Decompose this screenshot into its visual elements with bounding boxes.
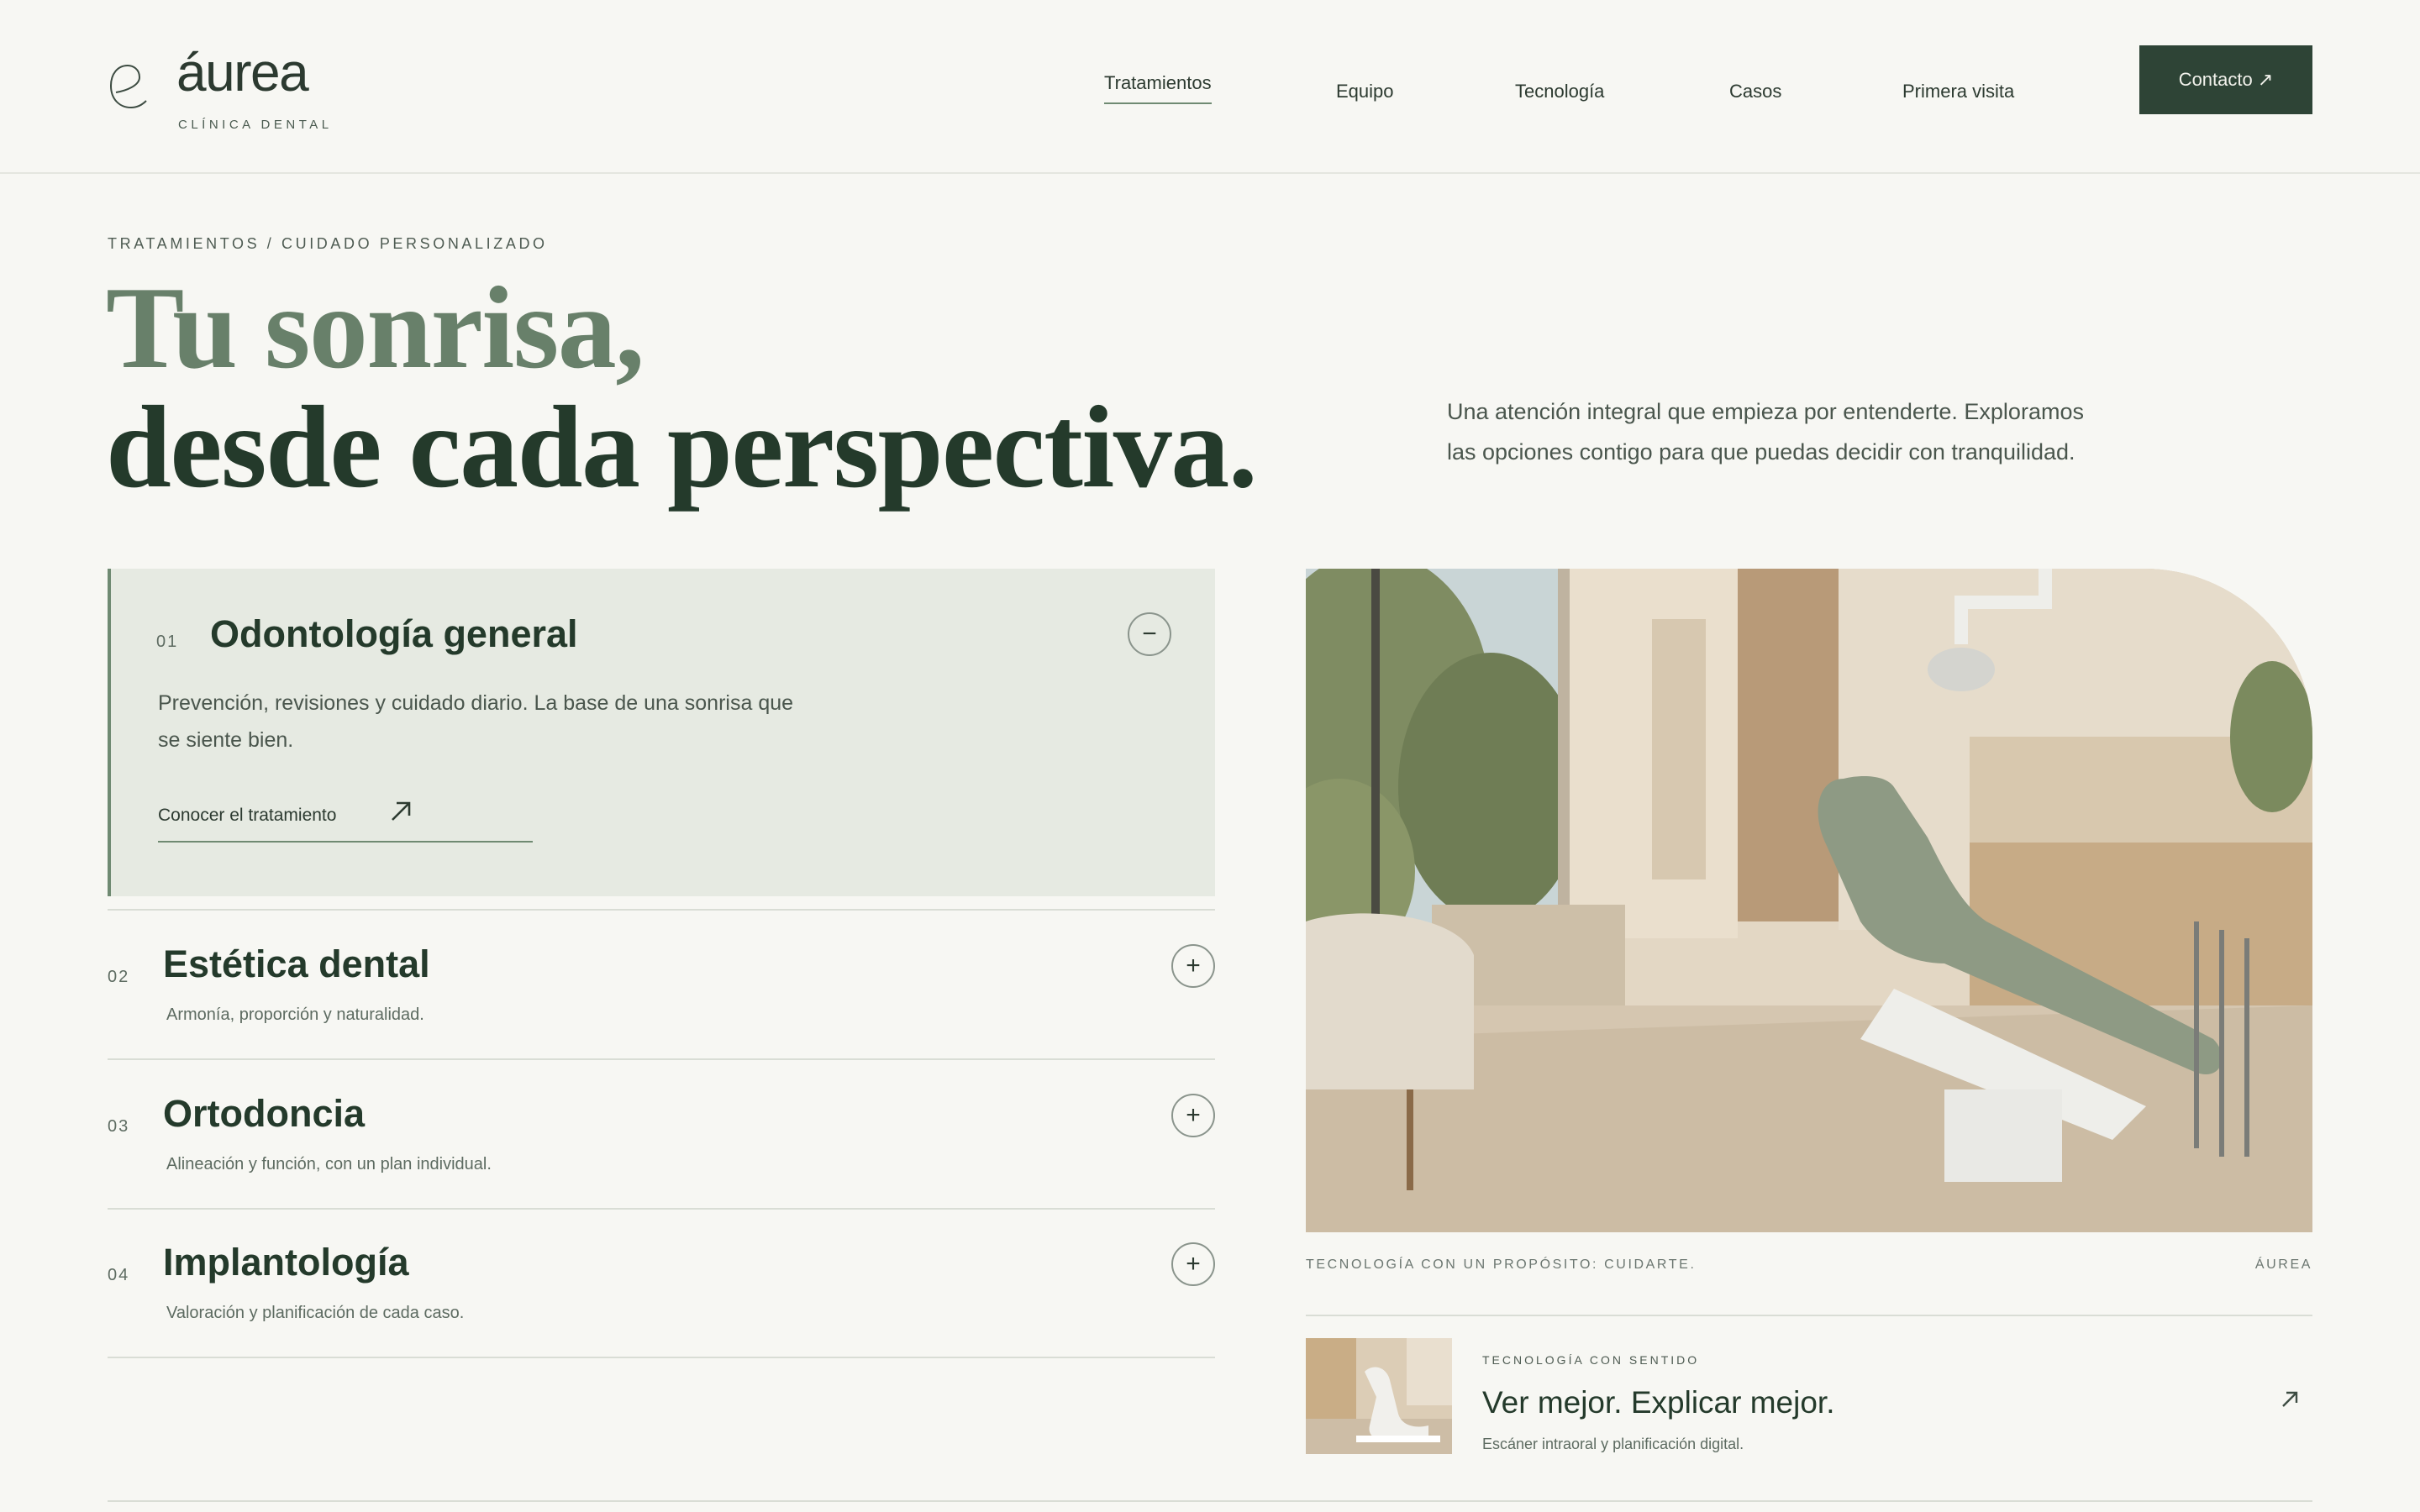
nav-item-tecnologia[interactable]: Tecnología <box>1515 81 1604 102</box>
clinic-photo <box>1306 569 2312 1232</box>
intro-text: Una atención integral que empieza por en… <box>1447 399 2084 465</box>
treatment-name: Ortodoncia <box>163 1092 366 1135</box>
tech-eyebrow: TECNOLOGÍA CON SENTIDO <box>1482 1353 1700 1367</box>
contact-button-label: Contacto ↗ <box>2178 69 2274 90</box>
breadcrumb: TRATAMIENTOS / CUIDADO PERSONALIZADO <box>108 235 548 252</box>
treatment-summary: Armonía, proporción y naturalidad. <box>166 1005 424 1024</box>
treatment-number: 02 <box>108 968 130 986</box>
expand-button[interactable]: + <box>1171 1242 1215 1286</box>
treatment-item-expanded[interactable]: 01 Odontología general − Prevención, rev… <box>108 569 1215 896</box>
treatment-summary: Valoración y planificación de cada caso. <box>166 1304 465 1322</box>
expand-button[interactable]: + <box>1171 1094 1215 1137</box>
site-header: áurea CLÍNICA DENTAL Tratamientos Equipo… <box>0 0 2420 174</box>
nav-item-equipo[interactable]: Equipo <box>1336 81 1394 102</box>
photo-brand: ÁUREA <box>2254 1257 2312 1272</box>
photo-caption: TECNOLOGÍA CON UN PROPÓSITO: CUIDARTE. <box>1306 1257 1697 1272</box>
arrow-up-right-icon[interactable] <box>2275 1385 2304 1414</box>
treatment-link[interactable]: Conocer el tratamiento <box>158 797 533 843</box>
treatment-name: Implantología <box>163 1241 409 1284</box>
tech-subtitle: Escáner intraoral y planificación digita… <box>1482 1436 1744 1452</box>
treatment-link-label: Conocer el tratamiento <box>158 806 337 825</box>
tech-card[interactable]: TECNOLOGÍA CON SENTIDO Ver mejor. Explic… <box>1306 1315 2312 1457</box>
treatment-item[interactable]: 02 Estética dental Armonía, proporción y… <box>108 911 1215 1060</box>
tech-thumbnail <box>1306 1338 1452 1454</box>
page-title: Tu sonrisa, desde cada perspectiva. <box>106 263 1258 512</box>
collapse-button[interactable]: − <box>1128 612 1171 656</box>
contact-button[interactable]: Contacto ↗ <box>2139 45 2312 114</box>
treatment-name: Estética dental <box>163 942 430 985</box>
expand-button[interactable]: + <box>1171 944 1215 988</box>
treatment-number: 01 <box>156 633 179 651</box>
page-title-line-2: desde cada perspectiva. <box>106 382 1258 512</box>
treatment-description: Prevención, revisiones y cuidado diario.… <box>158 691 794 752</box>
treatment-item[interactable]: 04 Implantología Valoración y planificac… <box>108 1209 1215 1358</box>
nav-item-tratamientos[interactable]: Tratamientos <box>1104 72 1212 104</box>
page-title-line-1: Tu sonrisa, <box>106 263 644 393</box>
brand-logo[interactable]: áurea CLÍNICA DENTAL <box>108 42 343 139</box>
tech-title: Ver mejor. Explicar mejor. <box>1482 1385 1835 1420</box>
nav-item-casos[interactable]: Casos <box>1729 81 1781 102</box>
nav-item-primera-visita[interactable]: Primera visita <box>1902 81 2014 102</box>
arrow-up-right-icon <box>392 801 411 821</box>
treatment-number: 03 <box>108 1117 130 1136</box>
treatment-number: 04 <box>108 1266 130 1284</box>
footer-divider <box>108 1500 2312 1502</box>
treatment-item[interactable]: 03 Ortodoncia Alineación y función, con … <box>108 1060 1215 1210</box>
logo-mark-icon <box>109 64 147 109</box>
treatment-name: Odontología general <box>210 612 578 655</box>
brand-name: áurea <box>176 42 309 102</box>
brand-tagline: CLÍNICA DENTAL <box>178 118 333 132</box>
treatment-summary: Alineación y función, con un plan indivi… <box>166 1155 492 1173</box>
